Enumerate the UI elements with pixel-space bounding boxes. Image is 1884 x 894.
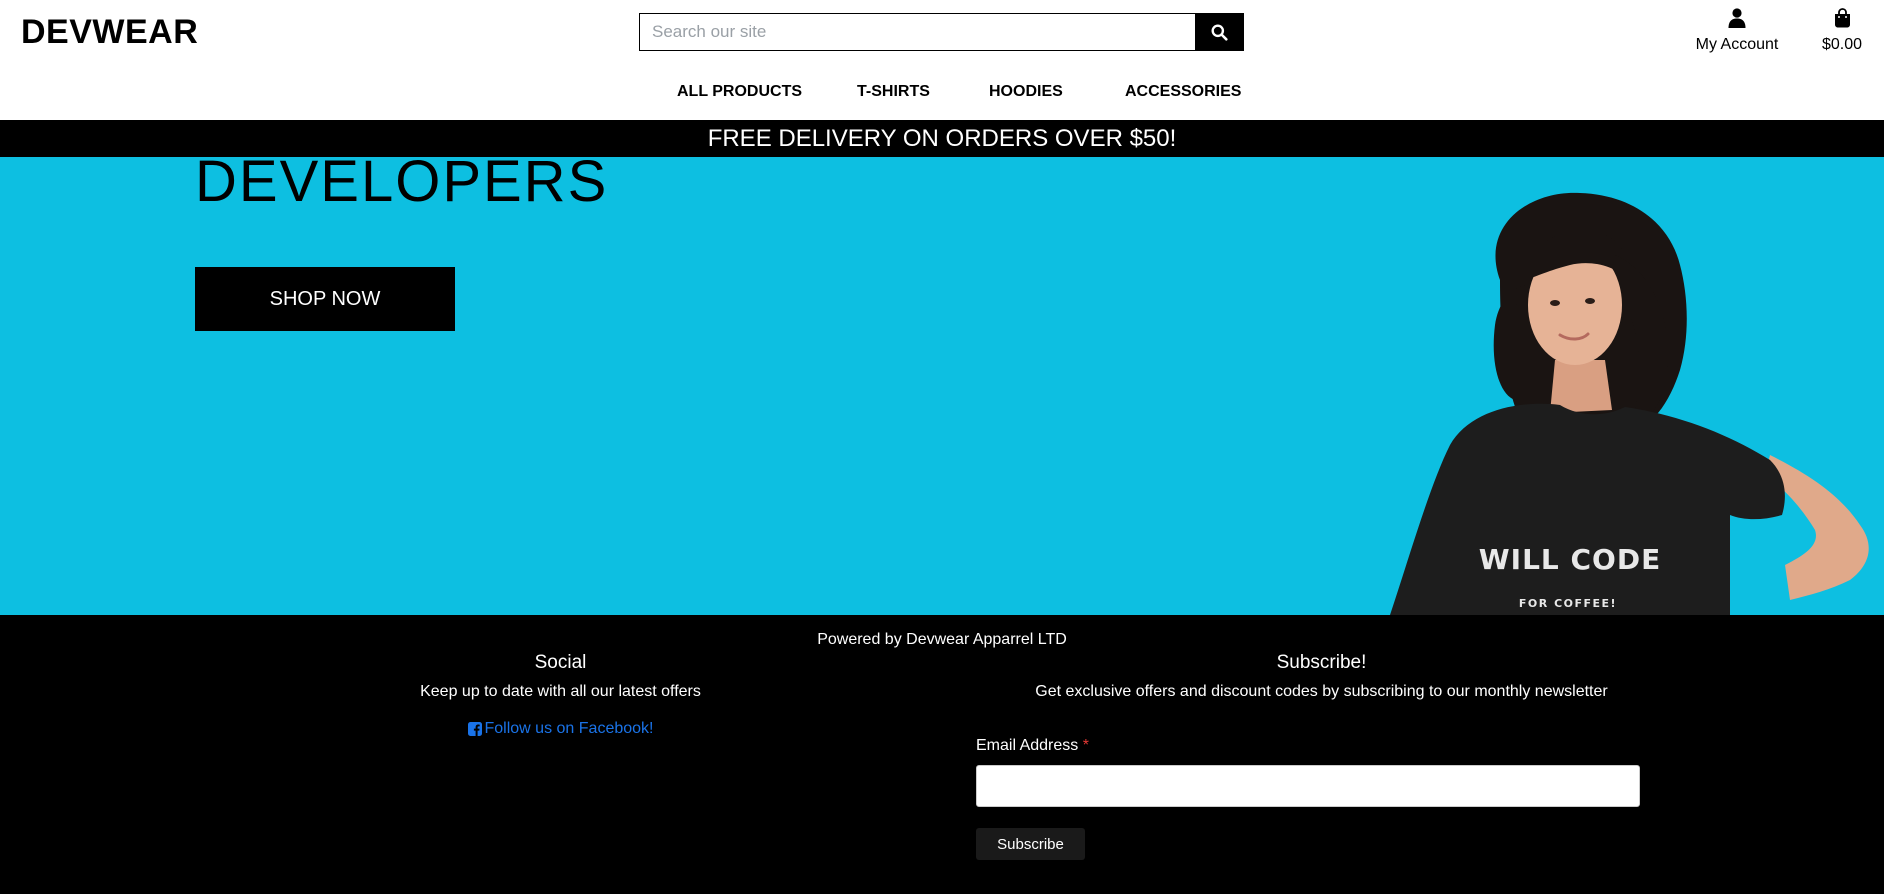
site-logo[interactable]: DEVWEAR <box>21 11 198 53</box>
nav-item-t-shirts[interactable]: T-SHIRTS <box>857 80 930 104</box>
email-field[interactable] <box>976 765 1640 807</box>
search-form <box>639 13 1244 51</box>
shirt-print-sub: FOR COFFEE! <box>1519 597 1617 610</box>
social-text: Keep up to date with all our latest offe… <box>420 683 701 700</box>
my-account-link[interactable]: My Account <box>1689 8 1785 55</box>
site-header: DEVWEAR My Account $0.00 ALL PRODUCTS T-… <box>0 0 1884 120</box>
subscribe-section: Subscribe! Get exclusive offers and disc… <box>940 650 1703 702</box>
cart-total: $0.00 <box>1821 36 1863 53</box>
cart-link[interactable]: $0.00 <box>1816 8 1868 55</box>
hero-title: DEVELOPERS <box>195 157 609 214</box>
subscribe-title: Subscribe! <box>1276 652 1367 673</box>
subscribe-button[interactable]: Subscribe <box>976 828 1085 860</box>
powered-by-text: Powered by Devwear Apparrel LTD <box>817 631 1067 648</box>
nav-item-all-products[interactable]: ALL PRODUCTS <box>677 80 802 104</box>
main-nav: ALL PRODUCTS T-SHIRTS HOODIES ACCESSORIE… <box>0 80 1884 104</box>
hero-section: DEVELOPERS SHOP NOW WILL CODE FOR COFFEE… <box>0 157 1884 615</box>
delivery-banner: FREE DELIVERY ON ORDERS OVER $50! <box>0 120 1884 157</box>
social-section: Social Keep up to date with all our late… <box>300 650 821 741</box>
facebook-square-icon <box>467 722 482 736</box>
hero-model-image: WILL CODE FOR COFFEE! <box>1390 192 1869 615</box>
nav-item-accessories[interactable]: ACCESSORIES <box>1125 80 1241 104</box>
shirt-print-main: WILL CODE <box>1479 543 1661 576</box>
subscribe-text: Get exclusive offers and discount codes … <box>1035 683 1608 700</box>
search-button[interactable] <box>1195 14 1243 50</box>
email-address-label: Email Address * <box>976 736 1089 756</box>
search-icon <box>1211 24 1228 41</box>
social-title: Social <box>534 652 587 673</box>
email-label-text: Email Address <box>976 737 1079 754</box>
search-input[interactable] <box>640 14 1195 50</box>
my-account-label: My Account <box>1695 36 1779 53</box>
facebook-link[interactable]: Follow us on Facebook! <box>467 720 654 738</box>
facebook-link-label: Follow us on Facebook! <box>484 720 654 737</box>
nav-item-hoodies[interactable]: HOODIES <box>989 80 1063 104</box>
user-icon <box>1728 8 1746 28</box>
site-footer: Powered by Devwear Apparrel LTD Social K… <box>0 615 1884 894</box>
shop-now-button[interactable]: SHOP NOW <box>195 267 455 331</box>
shopping-bag-icon <box>1834 8 1850 28</box>
required-asterisk: * <box>1082 737 1089 754</box>
